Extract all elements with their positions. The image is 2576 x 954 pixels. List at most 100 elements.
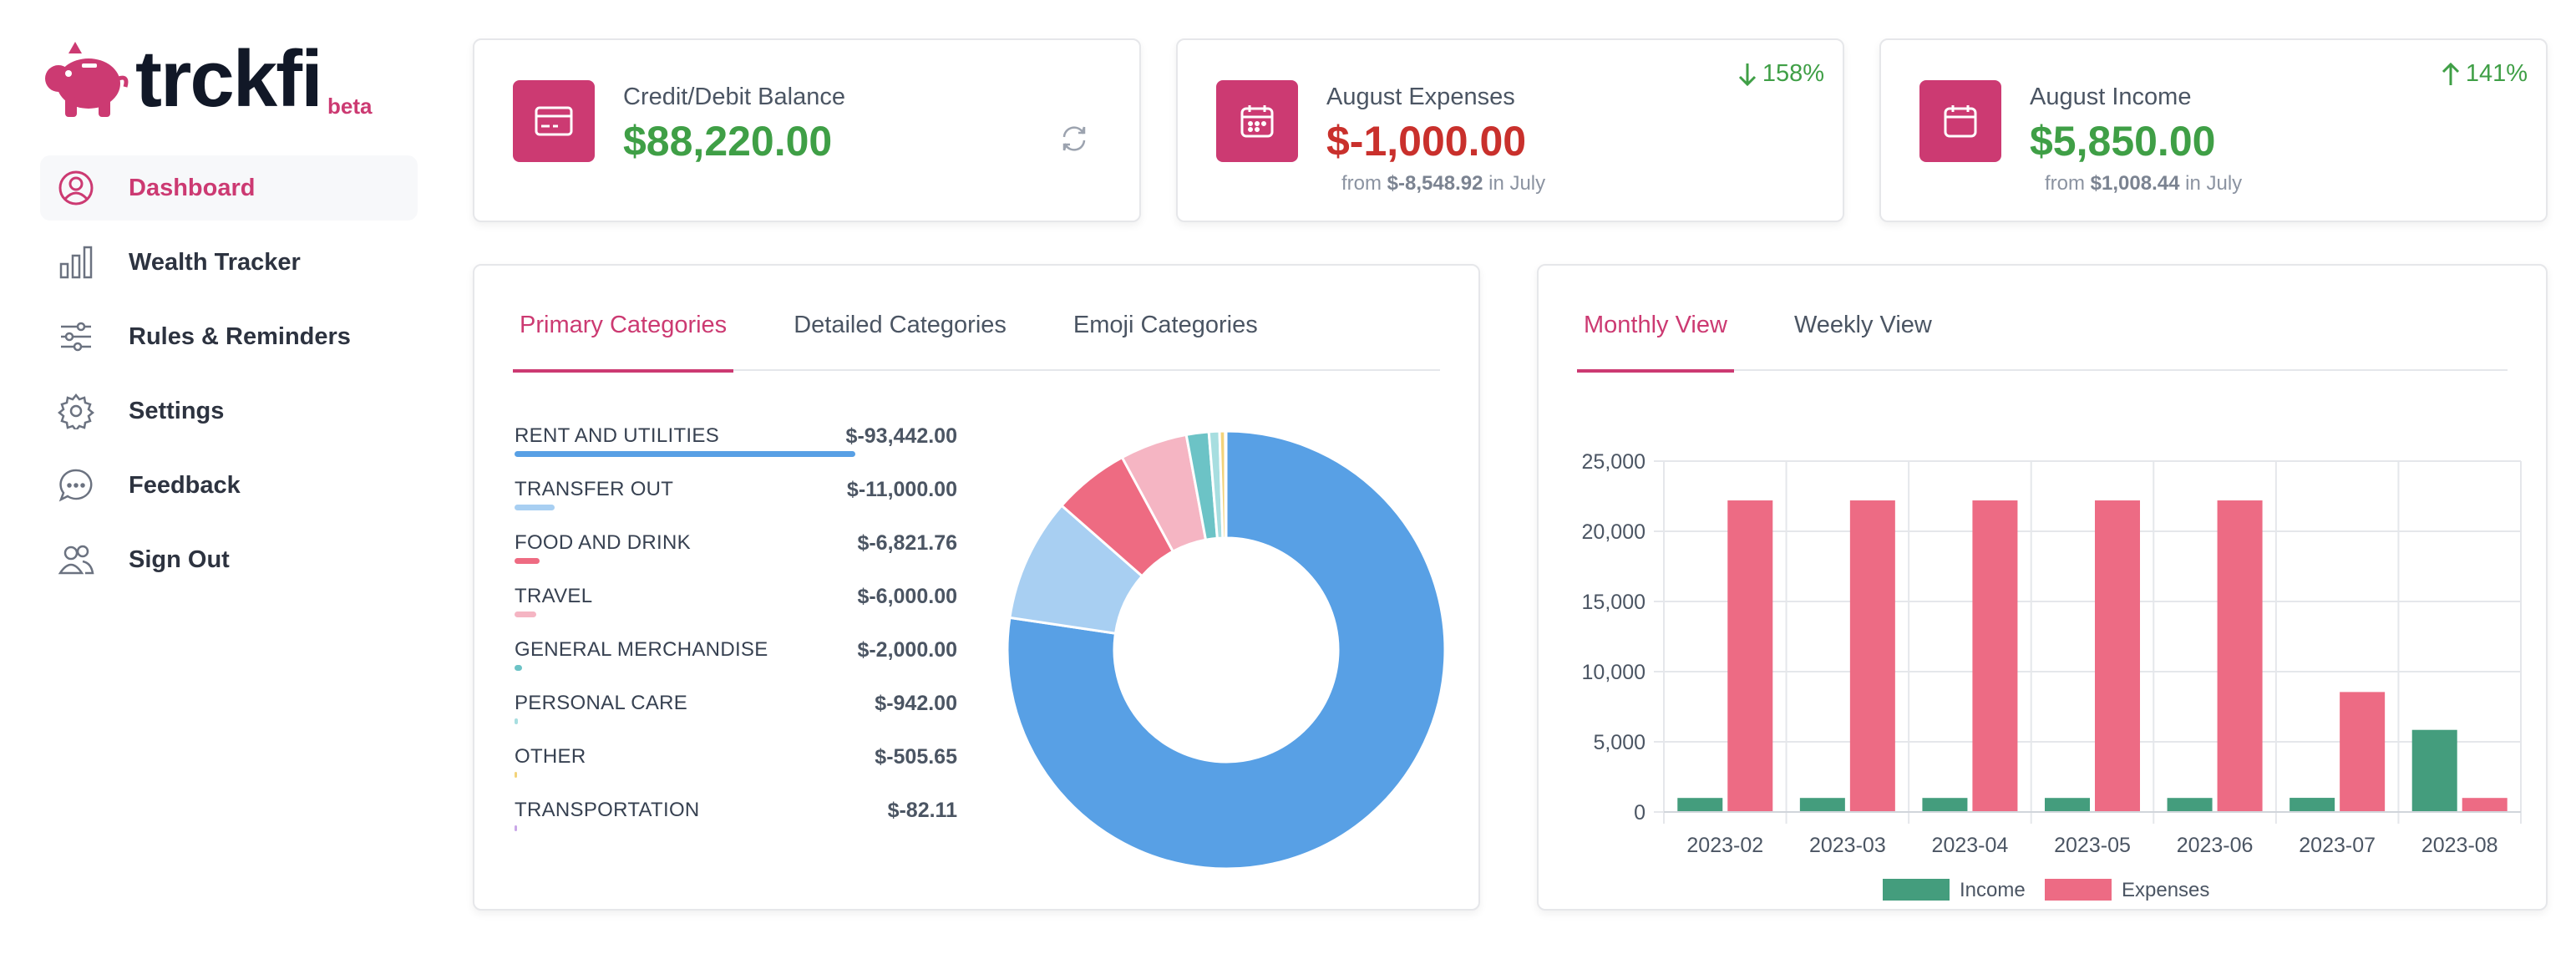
category-amount: $-11,000.00 — [846, 478, 957, 501]
sidebar-item-sign-out[interactable]: Sign Out — [40, 527, 418, 592]
expenses-change: 158% — [1737, 60, 1824, 88]
comparison-prefix: from — [2045, 172, 2091, 195]
category-share-bar — [515, 451, 855, 457]
category-name: PERSONAL CARE — [515, 692, 688, 714]
category-donut-chart — [1006, 429, 1447, 870]
x-tick-label: 2023-04 — [1932, 834, 2009, 857]
sidebar-item-label: Dashboard — [129, 174, 256, 201]
expenses-bar — [1972, 500, 2018, 812]
category-amount: $-6,000.00 — [857, 585, 957, 608]
income-bar — [2167, 798, 2213, 812]
sidebar-item-dashboard[interactable]: Dashboard — [40, 155, 418, 221]
brand-logo[interactable]: trckfi beta — [42, 33, 376, 125]
expenses-bar — [2340, 692, 2386, 812]
trend-tabs: Monthly View Weekly View — [1577, 296, 2508, 373]
income-card: August Income $5,850.00 from $1,008.44 i… — [1879, 38, 2548, 222]
category-share-bar — [515, 772, 517, 778]
sliders-icon — [55, 316, 97, 358]
trend-panel: Monthly View Weekly View 0 5,000 10,000 15,… — [1537, 264, 2548, 911]
category-amount: $-82.11 — [887, 799, 957, 822]
y-tick-label: 20,000 — [1582, 520, 1645, 544]
brand-name: trckfi — [135, 34, 323, 124]
category-amount: $-6,821.76 — [857, 531, 957, 555]
category-row[interactable]: RENT AND UTILITIES $-93,442.00 — [515, 421, 957, 474]
category-amount: $-505.65 — [875, 745, 957, 769]
comparison-suffix: in July — [1483, 172, 1546, 195]
legend-swatch-income — [1883, 879, 1950, 901]
sidebar-item-wealth-tracker[interactable]: Wealth Tracker — [40, 230, 418, 295]
expenses-card: August Expenses $-1,000.00 from $-8,548.… — [1176, 38, 1844, 222]
sidebar: trckfi beta Dashboard Wealth Tracker Rul… — [0, 0, 434, 954]
tab-detailed-categories[interactable]: Detailed Categories — [787, 296, 1013, 371]
category-amount: $-942.00 — [875, 692, 957, 715]
comparison-value: $-8,548.92 — [1387, 172, 1483, 195]
tab-weekly-view[interactable]: Weekly View — [1787, 296, 1939, 371]
y-tick-label: 15,000 — [1582, 591, 1645, 614]
sidebar-item-settings[interactable]: Settings — [40, 378, 418, 444]
calendar-blank-icon — [1919, 80, 2001, 162]
category-tabs: Primary Categories Detailed Categories E… — [513, 296, 1440, 373]
income-bar — [1677, 798, 1723, 812]
categories-panel: Primary Categories Detailed Categories E… — [473, 264, 1480, 911]
x-tick-label: 2023-08 — [2421, 834, 2498, 857]
income-value: $5,850.00 — [2030, 118, 2216, 165]
income-bar — [1922, 798, 1968, 812]
category-share-bar — [515, 505, 555, 510]
refresh-icon[interactable] — [1059, 124, 1089, 158]
x-tick-label: 2023-05 — [2054, 834, 2131, 857]
category-row[interactable]: TRANSFER OUT $-11,000.00 — [515, 474, 957, 528]
category-row[interactable]: TRAVEL $-6,000.00 — [515, 581, 957, 635]
piggy-bank-icon — [45, 42, 129, 117]
tab-emoji-categories[interactable]: Emoji Categories — [1067, 296, 1265, 371]
category-name: OTHER — [515, 745, 586, 768]
balance-value: $88,220.00 — [623, 118, 833, 165]
comparison-suffix: in July — [2179, 172, 2243, 195]
credit-card-icon — [513, 80, 595, 162]
category-name: TRANSPORTATION — [515, 799, 700, 821]
expenses-comparison: from $-8,548.92 in July — [1341, 172, 1545, 195]
category-name: RENT AND UTILITIES — [515, 424, 720, 447]
tab-monthly-view[interactable]: Monthly View — [1577, 296, 1734, 373]
income-bar — [1799, 798, 1845, 812]
x-tick-label: 2023-03 — [1809, 834, 1886, 857]
comparison-prefix: from — [1341, 172, 1387, 195]
income-bar — [2411, 729, 2457, 812]
calendar-icon — [1216, 80, 1298, 162]
category-row[interactable]: PERSONAL CARE $-942.00 — [515, 688, 957, 742]
sidebar-item-label: Rules & Reminders — [129, 322, 351, 350]
bar-chart-icon — [55, 241, 97, 283]
income-change-value: 141% — [2465, 60, 2528, 87]
sidebar-item-rules-reminders[interactable]: Rules & Reminders — [40, 304, 418, 369]
y-tick-label: 0 — [1634, 801, 1645, 825]
expenses-bar — [1727, 500, 1773, 812]
income-bar — [2289, 798, 2335, 812]
expenses-value: $-1,000.00 — [1326, 118, 1527, 165]
legend-label-income: Income — [1960, 879, 2026, 901]
category-row[interactable]: GENERAL MERCHANDISE $-2,000.00 — [515, 635, 957, 688]
sidebar-item-feedback[interactable]: Feedback — [40, 453, 418, 518]
category-row[interactable]: OTHER $-505.65 — [515, 742, 957, 795]
expenses-bar — [1849, 500, 1895, 812]
arrow-up-icon — [2442, 62, 2459, 85]
expenses-bar — [2462, 798, 2508, 812]
category-list: RENT AND UTILITIES $-93,442.00 TRANSFER OU… — [515, 421, 957, 849]
donut-slice[interactable] — [1224, 429, 1228, 540]
income-change: 141% — [2441, 60, 2528, 88]
category-row[interactable]: FOOD AND DRINK $-6,821.76 — [515, 528, 957, 581]
category-name: GENERAL MERCHANDISE — [515, 638, 768, 661]
balance-card: Credit/Debit Balance $88,220.00 — [473, 38, 1141, 222]
category-name: TRANSFER OUT — [515, 478, 674, 500]
chat-bubble-icon — [55, 464, 97, 506]
income-comparison: from $1,008.44 in July — [2045, 172, 2242, 195]
category-share-bar — [515, 825, 517, 831]
category-row[interactable]: TRANSPORTATION $-82.11 — [515, 795, 957, 849]
users-icon — [55, 539, 97, 581]
comparison-value: $1,008.44 — [2090, 172, 2180, 195]
income-expenses-bar-chart: 0 5,000 10,000 15,000 20,000 25,000 2023-02 202… — [1582, 450, 2522, 901]
income-bar — [2045, 798, 2090, 812]
expenses-label: August Expenses — [1326, 84, 1515, 110]
tab-primary-categories[interactable]: Primary Categories — [513, 296, 734, 373]
category-amount: $-93,442.00 — [845, 424, 957, 448]
y-tick-label: 10,000 — [1582, 661, 1645, 684]
category-name: FOOD AND DRINK — [515, 531, 691, 554]
